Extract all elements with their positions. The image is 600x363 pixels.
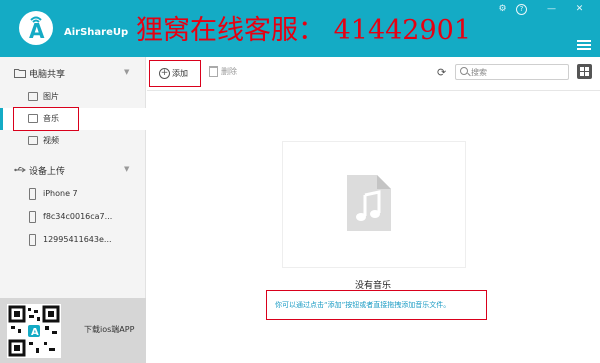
download-ios-app-label: 下载ios端APP bbox=[84, 325, 135, 334]
empty-state-card bbox=[282, 141, 466, 268]
search-box[interactable] bbox=[455, 64, 569, 80]
device-label: 12995411643e... bbox=[43, 235, 112, 244]
device-label: iPhone 7 bbox=[43, 189, 78, 198]
sidebar-item-images[interactable]: 图片 bbox=[0, 86, 146, 108]
section-label: 设备上传 bbox=[29, 167, 66, 177]
section-label: 电脑共享 bbox=[29, 70, 66, 80]
chevron-down-icon[interactable]: ▼ bbox=[124, 68, 129, 76]
minimize-icon[interactable]: — bbox=[546, 4, 557, 15]
qr-code-icon: A bbox=[7, 304, 61, 358]
section-device-upload[interactable]: 设备上传 ▼ bbox=[0, 159, 146, 181]
search-input[interactable] bbox=[471, 66, 566, 78]
music-highlight-frame bbox=[13, 107, 79, 131]
empty-state-hint-frame: 你可以通过点击“添加”按钮或者直接拖拽添加音乐文件。 bbox=[266, 290, 487, 320]
add-circle-icon: + bbox=[159, 68, 170, 79]
sidebar-device-1299541[interactable]: 12995411643e... bbox=[0, 230, 146, 252]
toolbar-divider bbox=[147, 90, 600, 91]
image-icon bbox=[28, 92, 38, 101]
phone-icon bbox=[29, 234, 36, 246]
sidebar-item-label: 图片 bbox=[43, 92, 59, 101]
device-label: f8c34c0016ca7... bbox=[43, 212, 113, 221]
svg-text:A: A bbox=[29, 19, 45, 43]
watermark-text: 狸窝在线客服： 41442901 bbox=[136, 15, 472, 46]
grid-view-icon[interactable] bbox=[577, 64, 592, 79]
svg-text:A: A bbox=[31, 327, 39, 338]
phone-icon bbox=[29, 211, 36, 223]
search-icon bbox=[460, 67, 468, 75]
close-icon[interactable]: ✕ bbox=[574, 4, 585, 15]
music-file-icon bbox=[347, 175, 391, 231]
section-computer-share[interactable]: 电脑共享 ▼ bbox=[0, 62, 146, 84]
airshareup-window: A AirShareUp 狸窝在线客服： 41442901 ⚙ ? — ✕ 电脑… bbox=[0, 0, 600, 363]
delete-button-label: 删除 bbox=[221, 67, 237, 76]
folder-icon bbox=[14, 69, 26, 78]
settings-gear-icon[interactable]: ⚙ bbox=[497, 4, 508, 15]
app-name: AirShareUp bbox=[64, 27, 129, 38]
hamburger-menu-icon[interactable] bbox=[577, 40, 591, 52]
help-icon[interactable]: ? bbox=[516, 4, 527, 15]
active-indicator bbox=[0, 108, 3, 130]
sidebar-device-f8c34c[interactable]: f8c34c0016ca7... bbox=[0, 207, 146, 229]
title-bar: A AirShareUp 狸窝在线客服： 41442901 ⚙ ? — ✕ bbox=[0, 0, 600, 57]
phone-icon bbox=[29, 188, 36, 200]
airshareup-logo-icon: A bbox=[19, 11, 53, 45]
sidebar-device-iphone7[interactable]: iPhone 7 bbox=[0, 184, 146, 206]
add-button[interactable]: + 添加 bbox=[149, 60, 201, 87]
toolbar: + 添加 删除 ⟳ bbox=[147, 57, 600, 90]
empty-state-hint: 你可以通过点击“添加”按钮或者直接拖拽添加音乐文件。 bbox=[275, 301, 451, 309]
qr-download-panel: A 下载ios端APP bbox=[0, 298, 146, 363]
sidebar-item-video[interactable]: 视频 bbox=[0, 130, 146, 152]
video-icon bbox=[28, 136, 38, 145]
scrollbar[interactable] bbox=[589, 91, 600, 363]
delete-button[interactable]: 删除 bbox=[209, 66, 237, 77]
refresh-icon[interactable]: ⟳ bbox=[437, 66, 446, 79]
chevron-down-icon[interactable]: ▼ bbox=[124, 165, 129, 173]
add-button-label: 添加 bbox=[172, 69, 188, 78]
sidebar-item-label: 视频 bbox=[43, 136, 59, 145]
usb-icon bbox=[14, 167, 26, 173]
trash-icon bbox=[209, 66, 218, 77]
